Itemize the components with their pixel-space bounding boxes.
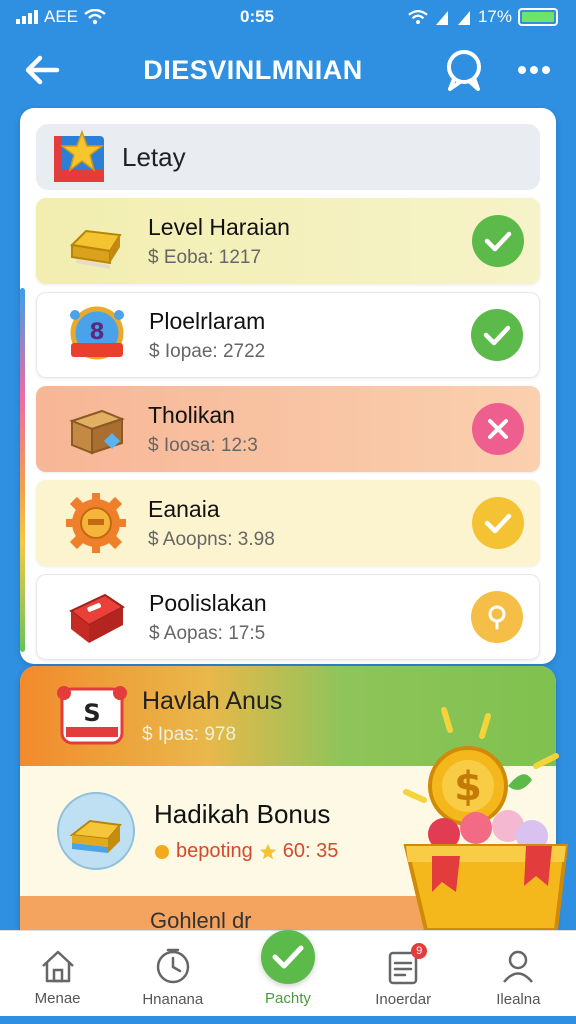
task-title: Eanaia bbox=[148, 495, 220, 522]
checkmark-icon bbox=[484, 231, 512, 252]
gold-stack-icon bbox=[57, 792, 135, 870]
bonus-title: Havlah Anus bbox=[142, 686, 283, 715]
coin-icon bbox=[155, 844, 169, 859]
task-status-done[interactable] bbox=[472, 215, 524, 267]
wifi-icon bbox=[84, 9, 106, 25]
task-row[interactable]: Tholikan $ Ioosa: 12:3 bbox=[36, 386, 540, 472]
status-left: AEE bbox=[16, 7, 106, 27]
task-text: Eanaia $ Aoopns: 3.98 bbox=[148, 496, 472, 551]
bonus-amount: $ Ipas: 978 bbox=[142, 723, 237, 745]
task-text: Ploelrlaram $ Iopae: 2722 bbox=[149, 308, 471, 363]
svg-text:S: S bbox=[83, 699, 100, 727]
close-icon bbox=[488, 419, 508, 439]
task-title: Poolislakan bbox=[149, 589, 267, 616]
home-indicator bbox=[0, 1016, 576, 1024]
badge-count: 9 bbox=[416, 945, 423, 957]
task-amount: $ Aoopns: 3.98 bbox=[148, 528, 275, 550]
signal-icon bbox=[16, 10, 38, 24]
battery-icon bbox=[518, 8, 558, 26]
bonus-row-title: Hadikah Bonus bbox=[154, 799, 331, 829]
chat-button[interactable] bbox=[442, 48, 486, 92]
task-text: Tholikan $ Ioosa: 12:3 bbox=[148, 402, 472, 457]
nav-label: Ilealna bbox=[496, 991, 541, 1008]
more-button[interactable] bbox=[512, 48, 556, 92]
slot-badge-icon: S bbox=[57, 686, 127, 745]
more-dots-icon bbox=[517, 66, 550, 74]
treasure-pot-icon: $ bbox=[403, 707, 569, 932]
nav-label: Hnanana bbox=[142, 991, 204, 1008]
red-wallet-icon bbox=[69, 593, 125, 643]
app-bar-actions bbox=[442, 48, 556, 92]
timer-icon bbox=[156, 948, 190, 984]
task-title: Level Haraian bbox=[148, 213, 290, 240]
task-amount: $ Iopae: 2722 bbox=[149, 340, 266, 362]
checkmark-icon bbox=[484, 513, 512, 534]
page-title: DIESVINLMNIAN bbox=[143, 54, 363, 85]
nav-item-profile[interactable]: Ilealna bbox=[468, 947, 568, 1008]
task-text: Level Haraian $ Eoba: 1217 bbox=[148, 214, 472, 269]
nav-label: Menae bbox=[34, 990, 81, 1007]
notification-badge: 9 bbox=[411, 943, 428, 959]
clock: 0:55 bbox=[239, 7, 275, 26]
task-row[interactable]: Eanaia $ Aoopns: 3.98 bbox=[36, 480, 540, 566]
bonus-row-sub: bepoting 60: 35 bbox=[154, 840, 338, 863]
nav-item-timer[interactable]: Hnanana bbox=[123, 947, 223, 1008]
level-badge-icon: 8 bbox=[70, 306, 124, 360]
gear-coin-icon bbox=[66, 493, 126, 553]
task-amount: $ Ioosa: 12:3 bbox=[148, 434, 258, 456]
task-amount: $ Aopas: 17:5 bbox=[149, 622, 266, 644]
status-bar: AEE 0:55 17% bbox=[0, 0, 576, 34]
check-icon bbox=[272, 945, 304, 969]
task-title: Tholikan bbox=[148, 401, 235, 428]
bonus-row-text: Hadikah Bonus bepoting 60: 35 bbox=[154, 799, 338, 863]
cellular-icon bbox=[457, 11, 470, 25]
task-amount: $ Eoba: 1217 bbox=[148, 246, 262, 268]
battery-percent: 17% bbox=[477, 7, 512, 26]
gold-bars-icon bbox=[69, 229, 122, 269]
svg-text:$: $ bbox=[454, 764, 482, 810]
nav-item-tasks[interactable]: Pachty bbox=[238, 930, 338, 1007]
cellular-icon bbox=[435, 11, 448, 25]
nav-item-home[interactable]: Menae bbox=[8, 948, 108, 1007]
task-row[interactable]: 8 Ploelrlaram $ Iopae: 2722 bbox=[36, 292, 540, 378]
task-list-card: Letay Level Haraian $ Eoba: 1217 8 Ploel… bbox=[20, 108, 556, 664]
svg-text:8: 8 bbox=[89, 320, 104, 345]
status-right: 17% bbox=[408, 7, 558, 27]
home-icon bbox=[41, 950, 74, 983]
card-header: Letay bbox=[36, 124, 540, 190]
task-text: Poolislakan $ Aopas: 17:5 bbox=[149, 590, 471, 645]
location-pin-icon bbox=[488, 605, 506, 630]
profile-icon bbox=[503, 950, 534, 983]
app-bar: DIESVINLMNIAN bbox=[0, 34, 576, 106]
bottom-nav: Menae Hnanana Pachty 9 Inoerdar Ilealna bbox=[0, 930, 576, 1024]
task-status-done[interactable] bbox=[471, 309, 523, 361]
task-status-pending[interactable] bbox=[472, 497, 524, 549]
nav-label: Pachty bbox=[265, 990, 311, 1007]
active-tab-bubble bbox=[260, 930, 315, 984]
bonus-header-text: Havlah Anus $ Ipas: 978 bbox=[142, 687, 282, 746]
back-arrow-icon bbox=[25, 55, 60, 85]
task-row[interactable]: Level Haraian $ Eoba: 1217 bbox=[36, 198, 540, 284]
task-title: Ploelrlaram bbox=[149, 307, 266, 334]
checkmark-icon bbox=[483, 325, 511, 346]
card-header-title: Letay bbox=[122, 141, 186, 172]
carrier-name: AEE bbox=[44, 7, 79, 26]
task-status-locked[interactable] bbox=[471, 591, 523, 643]
nav-item-orders[interactable]: 9 Inoerdar bbox=[353, 943, 453, 1008]
task-progress-rail bbox=[20, 288, 25, 652]
wifi-icon bbox=[408, 9, 428, 24]
nav-label: Inoerdar bbox=[375, 991, 432, 1008]
bonus-row-label: bepoting bbox=[176, 840, 253, 862]
bonus-row-value: 60: 35 bbox=[282, 840, 339, 862]
wooden-crate-icon bbox=[69, 409, 125, 455]
star-icon bbox=[259, 843, 276, 859]
task-row[interactable]: Poolislakan $ Aopas: 17:5 bbox=[36, 574, 540, 660]
chat-bubble-icon bbox=[446, 50, 481, 91]
star-badge-icon bbox=[54, 130, 105, 182]
back-button[interactable] bbox=[20, 48, 64, 92]
task-status-failed[interactable] bbox=[472, 403, 524, 455]
